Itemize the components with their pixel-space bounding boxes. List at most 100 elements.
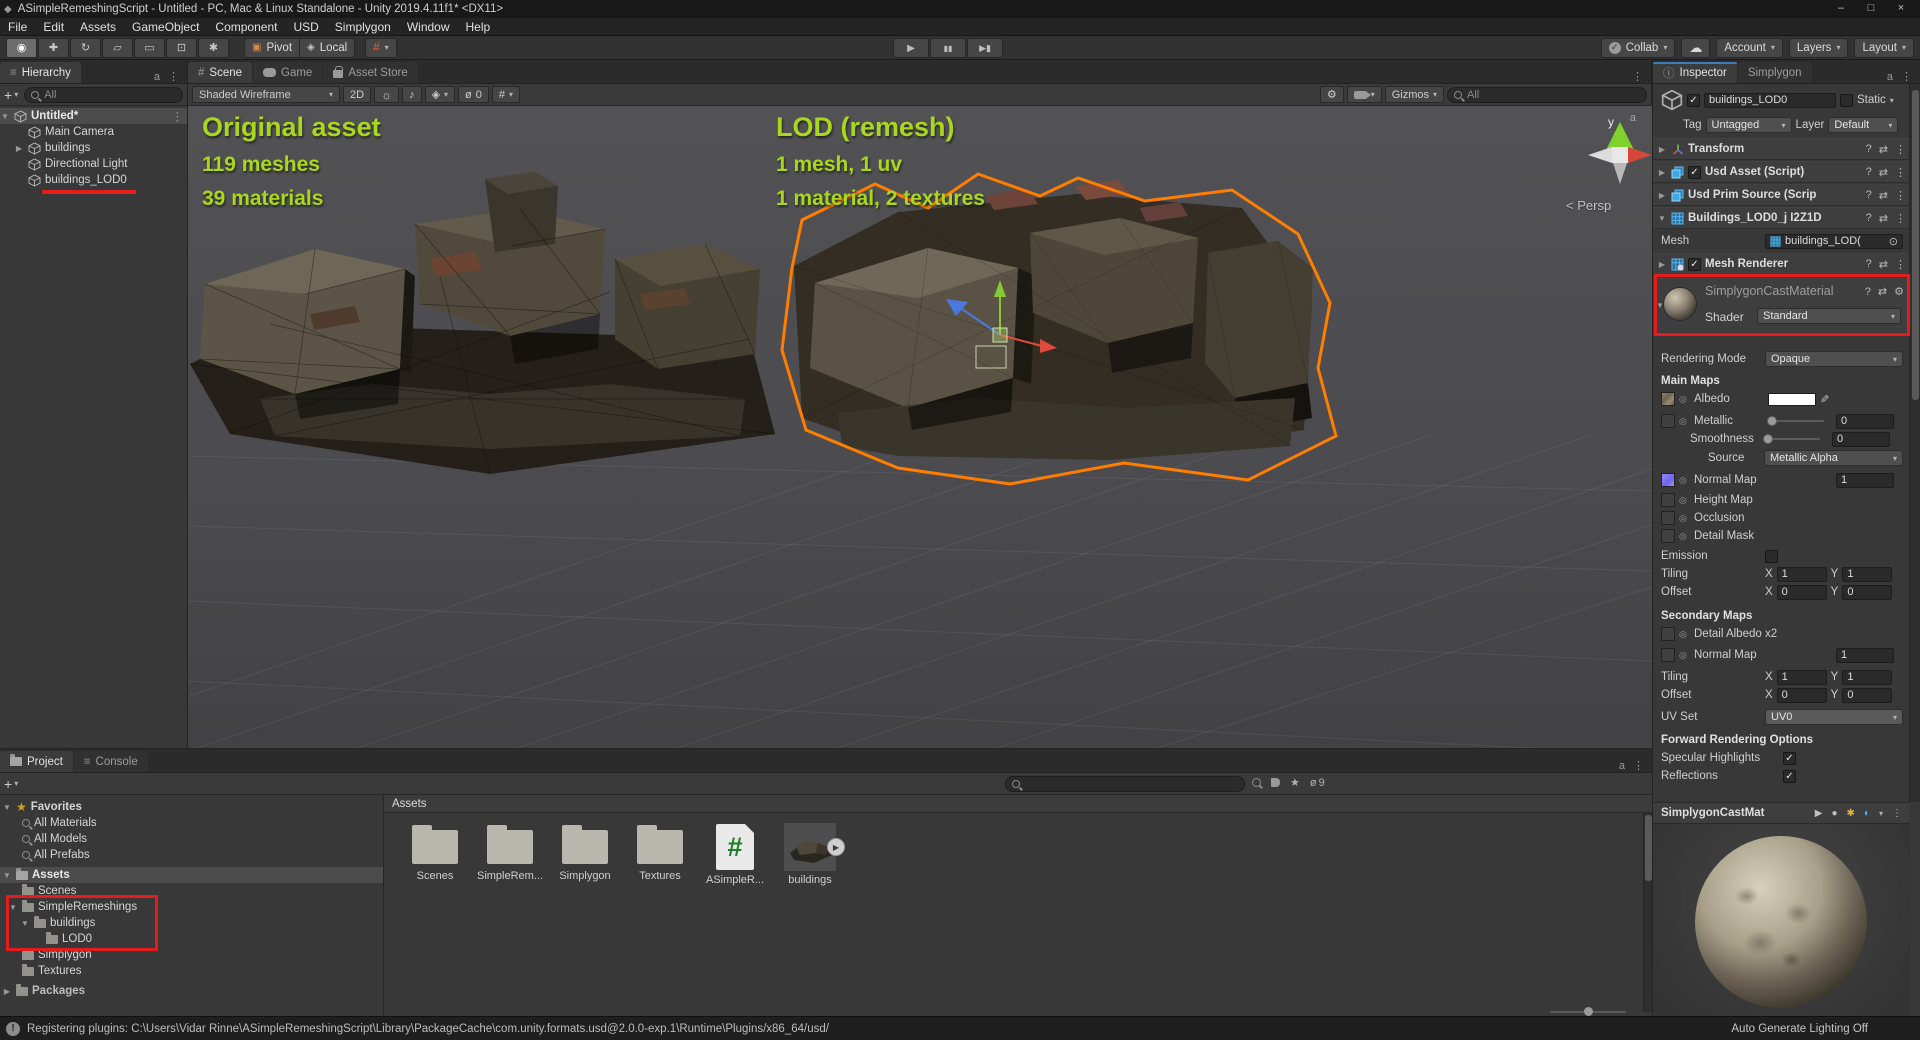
presets-icon[interactable]: ⇄ (1879, 166, 1888, 179)
foldout-closed-icon[interactable]: ▶ (1657, 168, 1667, 177)
static-checkbox[interactable] (1840, 94, 1853, 107)
lod-remesh-model[interactable] (782, 174, 1336, 484)
asset-tile-simpleremeshings[interactable]: SimpleRem... (475, 823, 545, 882)
object-name-field[interactable] (1704, 93, 1836, 108)
object-picker-icon[interactable]: ⊙ (1889, 235, 1898, 248)
pause-button[interactable]: ▮▮ (930, 38, 966, 58)
metallic-value-field[interactable]: 0 (1836, 414, 1894, 429)
kebab-menu-icon[interactable]: ⋮ (1632, 70, 1643, 83)
normal-map-value-field[interactable]: 1 (1836, 473, 1894, 488)
kebab-menu-icon[interactable]: ⋮ (1895, 143, 1906, 156)
create-dropdown-icon[interactable]: ▾ (14, 90, 18, 99)
help-icon[interactable]: ? (1866, 258, 1872, 270)
normal-map-texture-thumb[interactable] (1661, 473, 1675, 487)
kebab-menu-icon[interactable]: ⋮ (172, 109, 184, 123)
project-grid-scrollbar[interactable] (1643, 813, 1652, 1012)
help-icon[interactable]: ? (1866, 143, 1872, 155)
menu-gameobject[interactable]: GameObject (124, 18, 207, 36)
smoothness-value-field[interactable]: 0 (1832, 432, 1890, 447)
material-preview-header[interactable]: SimplygonCastMat ▶ ● ✱ ◐ ▾ ⋮ (1653, 802, 1910, 824)
albedo-texture-thumb[interactable] (1661, 392, 1675, 406)
component-usd-prim-source[interactable]: ▶ Usd Prim Source (Scrip ?⇄⋮ (1653, 184, 1910, 206)
kebab-menu-icon[interactable]: ⋮ (1901, 70, 1912, 83)
menu-help[interactable]: Help (458, 18, 499, 36)
tab-game[interactable]: Game (253, 62, 322, 83)
tiling-y-field[interactable]: 1 (1842, 567, 1892, 582)
texture-target-icon[interactable]: ◎ (1679, 629, 1690, 640)
static-dropdown-icon[interactable]: ▾ (1890, 96, 1894, 105)
metallic-texture-thumb[interactable] (1661, 414, 1675, 428)
gear-icon[interactable]: ⚙ (1894, 285, 1904, 298)
editor-tool-settings-button[interactable]: ⚙ (1320, 86, 1344, 103)
auto-generate-lighting-status[interactable]: Auto Generate Lighting Off (1731, 1023, 1868, 1035)
help-icon[interactable]: ? (1866, 166, 1872, 178)
help-icon[interactable]: ? (1866, 189, 1872, 201)
help-icon[interactable]: ? (1866, 212, 1872, 224)
hierarchy-search[interactable] (24, 87, 183, 103)
tag-dropdown[interactable]: Untagged▾ (1706, 117, 1792, 133)
kebab-menu-icon[interactable]: ⋮ (1895, 166, 1906, 179)
search-by-label-icon[interactable] (1271, 778, 1280, 787)
albedo-color-swatch[interactable] (1768, 393, 1816, 406)
component-mesh-renderer[interactable]: ▶ ✓ Mesh Renderer ?⇄⋮ (1653, 253, 1910, 275)
scene-search-input[interactable] (1467, 89, 1640, 101)
texture-target-icon[interactable]: ◎ (1679, 513, 1690, 524)
foldout-open-icon[interactable]: ▼ (2, 871, 12, 880)
create-plus-button[interactable]: + (4, 87, 12, 103)
scene-camera-dropdown[interactable]: ▾ (1347, 86, 1382, 103)
shader-dropdown[interactable]: Standard ▾ (1757, 308, 1901, 324)
presets-icon[interactable]: ⇄ (1879, 212, 1888, 225)
tab-hierarchy[interactable]: ≡ Hierarchy (0, 62, 81, 83)
menu-edit[interactable]: Edit (35, 18, 72, 36)
foldout-open-icon[interactable]: ▼ (1657, 214, 1667, 223)
help-icon[interactable]: ? (1865, 286, 1871, 298)
component-enabled-checkbox[interactable]: ✓ (1688, 166, 1701, 179)
tab-simplygon[interactable]: Simplygon (1738, 62, 1812, 83)
component-transform[interactable]: ▶ Transform ?⇄⋮ (1653, 138, 1910, 160)
eyedropper-icon[interactable]: ✎ (1820, 393, 1829, 406)
secondary-tiling-x-field[interactable]: 1 (1777, 670, 1827, 685)
material-preview-area[interactable] (1653, 824, 1910, 1016)
asset-tile-textures[interactable]: Textures (625, 823, 695, 882)
menu-component[interactable]: Component (207, 18, 285, 36)
layers-dropdown[interactable]: Layers▾ (1789, 38, 1849, 58)
kebab-menu-icon[interactable]: ⋮ (1892, 808, 1902, 819)
maximize-button[interactable]: □ (1856, 0, 1886, 18)
project-search-input[interactable] (1025, 778, 1238, 790)
foldout-open-icon[interactable]: ▼ (20, 919, 30, 928)
rotate-tool-button[interactable]: ↻ (70, 38, 101, 58)
texture-target-icon[interactable]: ◎ (1679, 394, 1690, 405)
expand-subassets-icon[interactable]: ▶ (827, 838, 845, 856)
secondary-offset-y-field[interactable]: 0 (1842, 688, 1892, 703)
hidden-packages-toggle[interactable]: ø 9 (1310, 777, 1325, 789)
hierarchy-item-buildings[interactable]: ▶ buildings (0, 140, 187, 156)
presets-icon[interactable]: ⇄ (1878, 285, 1887, 298)
offset-x-field[interactable]: 0 (1777, 585, 1827, 600)
menu-simplygon[interactable]: Simplygon (327, 18, 399, 36)
gizmos-dropdown[interactable]: Gizmos ▾ (1385, 86, 1444, 103)
tab-console[interactable]: ≡ Console (74, 751, 148, 772)
mesh-object-field[interactable]: buildings_LOD( ⊙ (1765, 234, 1903, 249)
save-search-star-icon[interactable]: ★ (1290, 776, 1300, 789)
play-button[interactable]: ▶ (893, 38, 929, 58)
source-dropdown[interactable]: Metallic Alpha▾ (1764, 450, 1903, 466)
scene-canvas[interactable]: y x a Original asset 119 meshes 39 mater… (188, 106, 1652, 748)
search-by-type-icon[interactable] (1252, 778, 1261, 787)
tree-packages[interactable]: ▶ Packages (0, 983, 1652, 999)
hidden-objects-toggle[interactable]: ø 0 (458, 86, 489, 103)
hierarchy-item-buildings-lod0[interactable]: buildings_LOD0 (0, 172, 187, 188)
tab-scene[interactable]: # Scene (188, 62, 252, 83)
asset-tile-simplygon[interactable]: Simplygon (550, 823, 620, 882)
close-button[interactable]: × (1886, 0, 1916, 18)
tree-assets-root[interactable]: ▼ Assets (0, 867, 383, 883)
texture-target-icon[interactable]: ◎ (1679, 495, 1690, 506)
scale-tool-button[interactable]: ▱ (102, 38, 133, 58)
lock-icon[interactable]: a (1887, 71, 1893, 83)
menu-usd[interactable]: USD (285, 18, 326, 36)
foldout-open-icon[interactable]: ▼ (2, 803, 12, 812)
foldout-open-icon[interactable]: ▼ (0, 112, 10, 121)
grid-visibility-dropdown[interactable]: # ▾ (492, 86, 520, 103)
tree-buildings[interactable]: ▼ buildings (0, 915, 1652, 931)
step-button[interactable]: ▶▮ (967, 38, 1003, 58)
height-map-texture-thumb[interactable] (1661, 493, 1675, 507)
